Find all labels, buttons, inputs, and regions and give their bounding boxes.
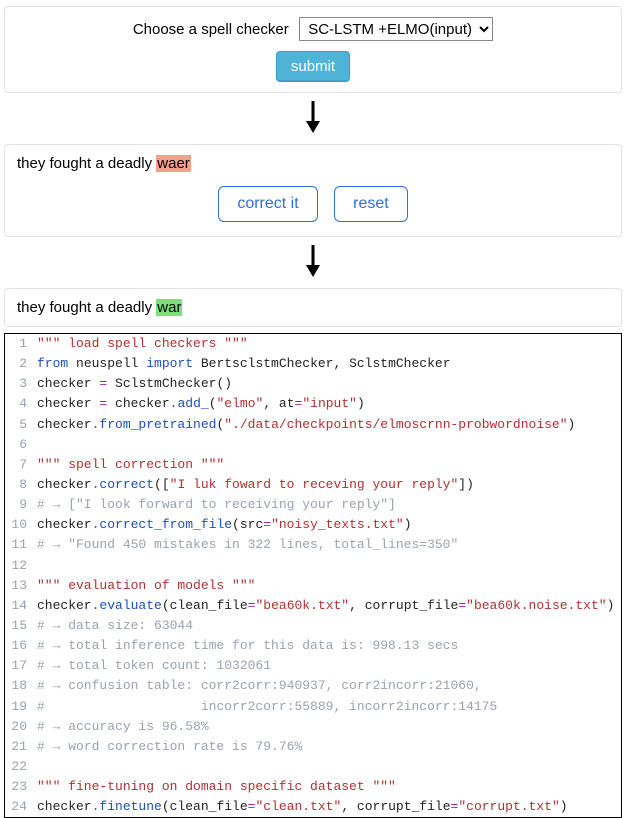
code-line: 24checker.finetune(clean_file="clean.txt… (5, 797, 621, 817)
code-content: # → confusion table: corr2corr:940937, c… (37, 676, 621, 696)
chooser-label: Choose a spell checker (133, 21, 289, 38)
code-content: # → word correction rate is 79.76% (37, 737, 621, 757)
code-content: checker.from_pretrained("./data/checkpoi… (37, 415, 621, 435)
code-content: """ spell correction """ (37, 455, 621, 475)
line-number: 24 (5, 797, 37, 817)
code-content (37, 556, 621, 576)
line-number: 6 (5, 435, 37, 455)
line-number: 21 (5, 737, 37, 757)
code-content: # → "Found 450 mistakes in 322 lines, to… (37, 535, 621, 555)
output-text: they fought a deadly war (17, 299, 609, 316)
code-content: # → total token count: 1032061 (37, 656, 621, 676)
code-content (37, 435, 621, 455)
code-line: 15# → data size: 63044 (5, 616, 621, 636)
code-content: """ fine-tuning on domain specific datas… (37, 777, 621, 797)
line-number: 22 (5, 757, 37, 777)
code-line: 9# → ["I look forward to receiving your … (5, 495, 621, 515)
correct-button[interactable]: correct it (218, 186, 317, 222)
line-number: 5 (5, 415, 37, 435)
submit-button[interactable]: submit (276, 51, 350, 82)
arrow-down-icon (0, 99, 626, 138)
code-content: # → total inference time for this data i… (37, 636, 621, 656)
line-number: 14 (5, 596, 37, 616)
code-content: checker = checker.add_("elmo", at="input… (37, 394, 621, 414)
code-line: 7""" spell correction """ (5, 455, 621, 475)
code-line: 12 (5, 556, 621, 576)
code-line: 20# → accuracy is 96.58% (5, 717, 621, 737)
spellchecker-select[interactable]: SC-LSTM +ELMO(input) (299, 17, 493, 41)
code-line: 14checker.evaluate(clean_file="bea60k.tx… (5, 596, 621, 616)
input-prefix: they fought a deadly (17, 155, 156, 172)
input-panel: they fought a deadly waer correct it res… (4, 144, 622, 237)
line-number: 17 (5, 656, 37, 676)
code-line: 23""" fine-tuning on domain specific dat… (5, 777, 621, 797)
line-number: 10 (5, 515, 37, 535)
code-line: 19# incorr2corr:55889, incorr2incorr:141… (5, 697, 621, 717)
code-content: # incorr2corr:55889, incorr2incorr:14175 (37, 697, 621, 717)
line-number: 12 (5, 556, 37, 576)
code-content: checker.evaluate(clean_file="bea60k.txt"… (37, 596, 621, 616)
code-line: 18# → confusion table: corr2corr:940937,… (5, 676, 621, 696)
chooser-panel: Choose a spell checker SC-LSTM +ELMO(inp… (4, 6, 622, 93)
code-content (37, 757, 621, 777)
code-content: checker = SclstmChecker() (37, 374, 621, 394)
code-line: 13""" evaluation of models """ (5, 576, 621, 596)
code-line: 5checker.from_pretrained("./data/checkpo… (5, 415, 621, 435)
corrected-word: war (156, 299, 182, 316)
code-content: from neuspell import BertsclstmChecker, … (37, 354, 621, 374)
code-line: 2from neuspell import BertsclstmChecker,… (5, 354, 621, 374)
line-number: 20 (5, 717, 37, 737)
reset-button[interactable]: reset (334, 186, 408, 222)
code-block: 1""" load spell checkers """2from neuspe… (4, 333, 622, 818)
code-line: 1""" load spell checkers """ (5, 334, 621, 354)
line-number: 11 (5, 535, 37, 555)
line-number: 13 (5, 576, 37, 596)
line-number: 3 (5, 374, 37, 394)
code-line: 21# → word correction rate is 79.76% (5, 737, 621, 757)
code-content: # → ["I look forward to receiving your r… (37, 495, 621, 515)
line-number: 4 (5, 394, 37, 414)
code-line: 6 (5, 435, 621, 455)
code-content: """ load spell checkers """ (37, 334, 621, 354)
code-line: 4checker = checker.add_("elmo", at="inpu… (5, 394, 621, 414)
code-line: 11# → "Found 450 mistakes in 322 lines, … (5, 535, 621, 555)
code-line: 17# → total token count: 1032061 (5, 656, 621, 676)
code-content: # → accuracy is 96.58% (37, 717, 621, 737)
input-text[interactable]: they fought a deadly waer (17, 155, 609, 172)
code-line: 10checker.correct_from_file(src="noisy_t… (5, 515, 621, 535)
line-number: 1 (5, 334, 37, 354)
code-line: 22 (5, 757, 621, 777)
line-number: 2 (5, 354, 37, 374)
code-line: 8checker.correct(["I luk foward to recev… (5, 475, 621, 495)
line-number: 23 (5, 777, 37, 797)
code-content: """ evaluation of models """ (37, 576, 621, 596)
output-panel: they fought a deadly war (4, 288, 622, 327)
code-line: 3checker = SclstmChecker() (5, 374, 621, 394)
line-number: 16 (5, 636, 37, 656)
line-number: 7 (5, 455, 37, 475)
line-number: 15 (5, 616, 37, 636)
code-content: checker.correct(["I luk foward to recevi… (37, 475, 621, 495)
code-line: 16# → total inference time for this data… (5, 636, 621, 656)
line-number: 8 (5, 475, 37, 495)
output-prefix: they fought a deadly (17, 299, 156, 316)
line-number: 18 (5, 676, 37, 696)
arrow-down-icon (0, 243, 626, 282)
code-content: checker.finetune(clean_file="clean.txt",… (37, 797, 621, 817)
line-number: 9 (5, 495, 37, 515)
misspelled-word: waer (156, 155, 191, 172)
code-content: checker.correct_from_file(src="noisy_tex… (37, 515, 621, 535)
code-content: # → data size: 63044 (37, 616, 621, 636)
line-number: 19 (5, 697, 37, 717)
